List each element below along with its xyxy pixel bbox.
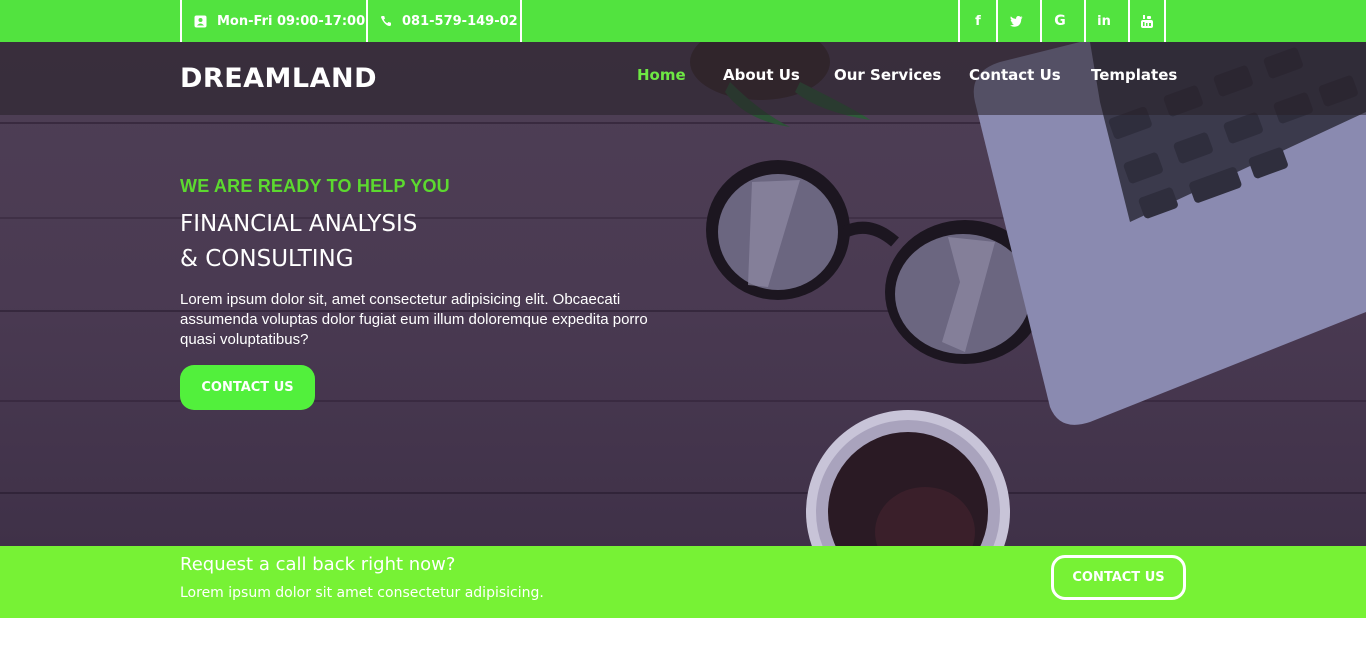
nav-contact-us[interactable]: Contact Us: [969, 66, 1061, 84]
callback-title: Request a call back right now?: [180, 554, 456, 575]
hours-text: Mon-Fri 09:00-17:00: [217, 13, 366, 29]
hero-headline-line2: & CONSULTING: [180, 246, 354, 272]
site-logo[interactable]: DREAMLAND: [180, 63, 377, 94]
nav-home[interactable]: Home: [637, 66, 686, 84]
hero-description: Lorem ipsum dolor sit, amet consectetur …: [180, 291, 648, 348]
nav-templates[interactable]: Templates: [1091, 66, 1177, 84]
callback-banner: Request a call back right now? Lorem ips…: [0, 546, 1366, 618]
top-bar: Mon-Fri 09:00-17:00 081-579-149-02 f G i…: [0, 0, 1366, 42]
twitter-icon[interactable]: [996, 0, 1034, 42]
hours-info: Mon-Fri 09:00-17:00: [180, 0, 368, 42]
hero-kicker: WE ARE READY TO HELP YOU: [180, 176, 450, 196]
nav-our-services[interactable]: Our Services: [834, 66, 941, 84]
phone-info: 081-579-149-02: [366, 0, 522, 42]
callback-contact-button[interactable]: CONTACT US: [1051, 555, 1186, 600]
hero-headline-line1: FINANCIAL ANALYSIS: [180, 211, 418, 237]
phone-text: 081-579-149-02: [402, 13, 518, 29]
hero-contact-button[interactable]: CONTACT US: [180, 365, 315, 410]
youtube-icon[interactable]: [1128, 0, 1166, 42]
contact-card-icon: [194, 15, 207, 28]
callback-subtitle: Lorem ipsum dolor sit amet consectetur a…: [180, 585, 544, 601]
nav-about-us[interactable]: About Us: [723, 66, 800, 84]
hero-section: DREAMLAND Home About Us Our Services Con…: [0, 42, 1366, 546]
google-icon[interactable]: G: [1040, 0, 1078, 42]
phone-icon: [380, 15, 392, 27]
linkedin-icon[interactable]: in: [1084, 0, 1122, 42]
facebook-icon[interactable]: f: [958, 0, 996, 42]
